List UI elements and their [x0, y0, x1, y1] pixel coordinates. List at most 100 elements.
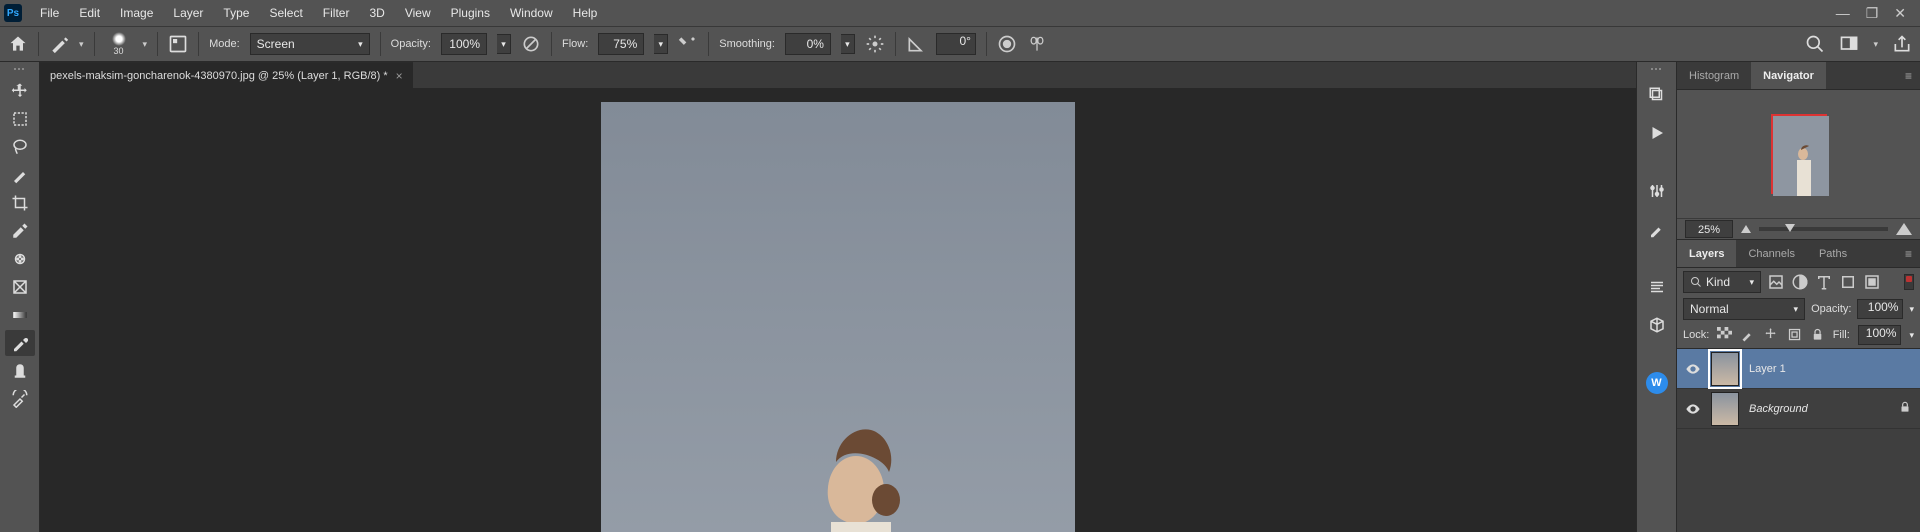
frame-tool[interactable]: [5, 274, 35, 300]
rail-paragraph-icon[interactable]: [1642, 272, 1672, 302]
tab-histogram[interactable]: Histogram: [1677, 62, 1751, 89]
layer-opacity-input[interactable]: 100%: [1857, 299, 1903, 319]
layer-thumbnail[interactable]: [1711, 392, 1739, 426]
rail-3d-icon[interactable]: [1642, 310, 1672, 340]
tab-layers[interactable]: Layers: [1677, 240, 1736, 267]
crop-tool[interactable]: [5, 190, 35, 216]
layer-thumbnail[interactable]: [1711, 352, 1739, 386]
layer-opacity-label: Opacity:: [1811, 303, 1851, 315]
restore-icon[interactable]: ❐: [1866, 5, 1879, 22]
layer-lock-icon[interactable]: [1898, 400, 1912, 417]
zoom-in-icon[interactable]: [1896, 223, 1912, 235]
mode-label: Mode:: [209, 38, 240, 50]
workspace-switcher-icon[interactable]: [1839, 34, 1859, 54]
smoothing-input[interactable]: 0%: [785, 33, 831, 55]
filter-toggle[interactable]: [1904, 274, 1914, 290]
healing-brush-tool[interactable]: [5, 246, 35, 272]
layer-blend-mode-dropdown[interactable]: Normal▾: [1683, 298, 1805, 320]
menubar: Ps File Edit Image Layer Type Select Fil…: [0, 0, 1920, 26]
tab-paths[interactable]: Paths: [1807, 240, 1859, 267]
menu-help[interactable]: Help: [563, 2, 608, 24]
marquee-tool[interactable]: [5, 106, 35, 132]
layer-name[interactable]: Background: [1749, 403, 1808, 415]
layer-name[interactable]: Layer 1: [1749, 363, 1786, 375]
menu-select[interactable]: Select: [259, 2, 312, 24]
lock-artboard-icon[interactable]: [1787, 327, 1802, 343]
filter-adjustment-icon[interactable]: [1791, 273, 1809, 291]
document-tab[interactable]: pexels-maksim-goncharenok-4380970.jpg @ …: [40, 62, 413, 88]
tool-preset-picker[interactable]: [49, 34, 69, 54]
menu-type[interactable]: Type: [213, 2, 259, 24]
menu-window[interactable]: Window: [500, 2, 563, 24]
menu-image[interactable]: Image: [110, 2, 163, 24]
pressure-size-icon[interactable]: [997, 34, 1017, 54]
smoothing-gear-icon[interactable]: [865, 34, 885, 54]
zoom-level-input[interactable]: 25%: [1685, 220, 1733, 238]
brush-panel-toggle[interactable]: [168, 34, 188, 54]
pressure-opacity-icon[interactable]: [521, 34, 541, 54]
angle-input[interactable]: 0°: [936, 33, 976, 55]
visibility-icon[interactable]: [1685, 361, 1701, 377]
filter-type-icon[interactable]: [1815, 273, 1833, 291]
opacity-chevron[interactable]: ▾: [497, 34, 511, 54]
flow-chevron[interactable]: ▾: [654, 34, 668, 54]
brush-size-label: 30: [114, 46, 124, 56]
lock-position-icon[interactable]: [1763, 327, 1778, 343]
layer-row[interactable]: Background: [1677, 389, 1920, 429]
tab-channels[interactable]: Channels: [1736, 240, 1806, 267]
filter-shape-icon[interactable]: [1839, 273, 1857, 291]
lock-transparency-icon[interactable]: [1717, 327, 1732, 343]
lock-all-icon[interactable]: [1810, 327, 1825, 343]
history-brush-tool[interactable]: [5, 386, 35, 412]
smoothing-chevron[interactable]: ▾: [841, 34, 855, 54]
clone-stamp-tool[interactable]: [5, 358, 35, 384]
gradient-tool[interactable]: [5, 302, 35, 328]
close-tab-icon[interactable]: ×: [396, 69, 403, 83]
menu-3d[interactable]: 3D: [359, 2, 394, 24]
eyedropper-tool[interactable]: [5, 218, 35, 244]
menu-view[interactable]: View: [395, 2, 441, 24]
move-tool[interactable]: [5, 78, 35, 104]
angle-icon: [906, 34, 926, 54]
search-icon[interactable]: [1805, 34, 1825, 54]
layers-list: Layer 1 Background: [1677, 348, 1920, 532]
layer-filter-kind-dropdown[interactable]: Kind ▾: [1683, 271, 1761, 293]
panel-menu-icon[interactable]: ≡: [1897, 69, 1920, 83]
opacity-input[interactable]: 100%: [441, 33, 487, 55]
panels-column: Histogram Navigator ≡ 25% Layers Channel…: [1676, 62, 1920, 532]
filter-smartobj-icon[interactable]: [1863, 273, 1881, 291]
blend-mode-dropdown[interactable]: Screen▾: [250, 33, 370, 55]
symmetry-icon[interactable]: [1027, 34, 1047, 54]
quick-selection-tool[interactable]: [5, 162, 35, 188]
brush-tool[interactable]: [5, 330, 35, 356]
home-icon[interactable]: [8, 34, 28, 54]
airbrush-icon[interactable]: [678, 34, 698, 54]
rail-brushes-icon[interactable]: [1642, 214, 1672, 244]
zoom-slider[interactable]: [1759, 227, 1888, 231]
rail-play-icon[interactable]: [1642, 118, 1672, 148]
menu-edit[interactable]: Edit: [69, 2, 110, 24]
lock-pixels-icon[interactable]: [1740, 327, 1755, 343]
flow-input[interactable]: 75%: [598, 33, 644, 55]
navigator-thumbnail[interactable]: [1771, 114, 1827, 194]
layers-panel-menu-icon[interactable]: ≡: [1897, 247, 1920, 261]
menu-filter[interactable]: Filter: [313, 2, 360, 24]
filter-pixel-icon[interactable]: [1767, 273, 1785, 291]
layer-fill-input[interactable]: 100%: [1858, 325, 1902, 345]
minimize-icon[interactable]: —: [1836, 5, 1850, 22]
share-icon[interactable]: [1892, 34, 1912, 54]
close-icon[interactable]: ✕: [1894, 5, 1906, 22]
zoom-out-icon[interactable]: [1741, 225, 1751, 233]
menu-file[interactable]: File: [30, 2, 69, 24]
tab-navigator[interactable]: Navigator: [1751, 62, 1826, 89]
canvas[interactable]: [601, 102, 1075, 532]
layer-row[interactable]: Layer 1: [1677, 349, 1920, 389]
brush-preview[interactable]: 30: [105, 32, 133, 56]
rail-color-icon[interactable]: [1642, 80, 1672, 110]
rail-adjustments-icon[interactable]: [1642, 176, 1672, 206]
lasso-tool[interactable]: [5, 134, 35, 160]
visibility-icon[interactable]: [1685, 401, 1701, 417]
menu-plugins[interactable]: Plugins: [441, 2, 500, 24]
rail-web-icon[interactable]: W: [1642, 368, 1672, 398]
menu-layer[interactable]: Layer: [163, 2, 213, 24]
